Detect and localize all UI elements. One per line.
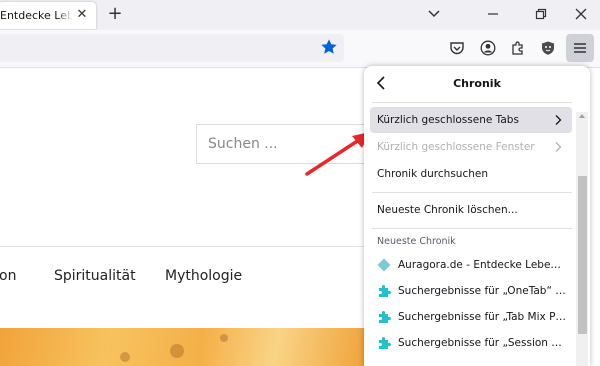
panel-divider [372,102,572,103]
chevron-right-icon [555,115,562,125]
panel-divider [372,228,572,229]
clear-recent-history-label: Neueste Chronik löschen... [377,204,518,216]
restore-icon[interactable] [531,4,551,24]
app-menu-button[interactable] [566,34,594,62]
diamond-icon [377,258,391,272]
scrollbar-thumb[interactable] [578,176,587,334]
puzzle-icon [379,311,391,323]
bookmark-star-icon[interactable] [320,38,338,56]
url-bar[interactable] [0,34,344,62]
history-entry-title: Suchergebnisse für „Session Manager“ – A… [398,337,566,349]
minimize-icon[interactable] [483,4,503,24]
site-nav-item-truncated[interactable]: on [0,268,16,284]
clear-recent-history-item[interactable]: Neueste Chronik löschen... [370,197,572,223]
account-icon[interactable] [478,38,498,58]
search-history-item[interactable]: Chronik durchsuchen [370,161,572,187]
scroll-up-arrow-icon[interactable] [579,114,585,118]
history-entry-title: Auragora.de - Entdecke Lebensmysterien [398,259,566,271]
puzzle-icon [379,285,391,297]
site-nav-item-spiritualitaet[interactable]: Spiritualität [54,268,136,284]
tab-strip: Entdecke Lebensmysterien ✕ + [0,0,600,30]
recently-closed-windows-item[interactable]: Kürzlich geschlossene Fenster [370,134,572,160]
tab-close-icon[interactable]: ✕ [74,7,90,23]
history-entry[interactable]: Suchergebnisse für „Tab Mix Plus“ – Add-… [370,305,572,329]
history-entry[interactable]: Suchergebnisse für „OneTab“ – Add-ons fü… [370,279,572,303]
puzzle-icon [379,337,391,349]
history-entry[interactable]: Suchergebnisse für „Session Manager“ – A… [370,331,572,355]
pocket-icon[interactable] [447,38,467,58]
panel-title: Chronik [453,77,501,90]
recently-closed-tabs-label: Kürzlich geschlossene Tabs [377,114,519,126]
close-window-icon[interactable] [571,4,591,24]
chevron-right-icon [555,142,562,152]
history-entry-title: Suchergebnisse für „OneTab“ – Add-ons fü… [398,285,566,297]
tab-list-icon[interactable] [424,4,444,24]
extensions-icon[interactable] [508,38,528,58]
panel-scrollbar[interactable] [576,112,588,366]
panel-header: Chronik [364,66,590,100]
search-history-label: Chronik durchsuchen [377,168,488,180]
site-nav-divider [0,246,366,247]
hero-image [0,328,366,366]
navigation-toolbar [0,30,600,68]
recently-closed-windows-label: Kürzlich geschlossene Fenster [377,141,535,153]
hamburger-icon [574,43,586,53]
browser-tab[interactable]: Entdecke Lebensmysterien ✕ [0,2,96,29]
new-tab-icon[interactable]: + [106,5,124,23]
history-entry[interactable]: Auragora.de - Entdecke Lebensmysterien [370,253,572,277]
panel-divider [372,192,572,193]
tab-title: Entdecke Lebensmysterien [0,9,72,22]
site-nav-item-mythologie[interactable]: Mythologie [165,268,242,284]
recent-history-heading: Neueste Chronik [377,236,456,247]
recently-closed-tabs-item[interactable]: Kürzlich geschlossene Tabs [370,107,572,133]
history-entry-title: Suchergebnisse für „Tab Mix Plus“ – Add-… [398,311,566,323]
history-panel: Chronik Kürzlich geschlossene Tabs Kürzl… [364,66,590,366]
privacy-badger-icon[interactable] [538,38,558,58]
